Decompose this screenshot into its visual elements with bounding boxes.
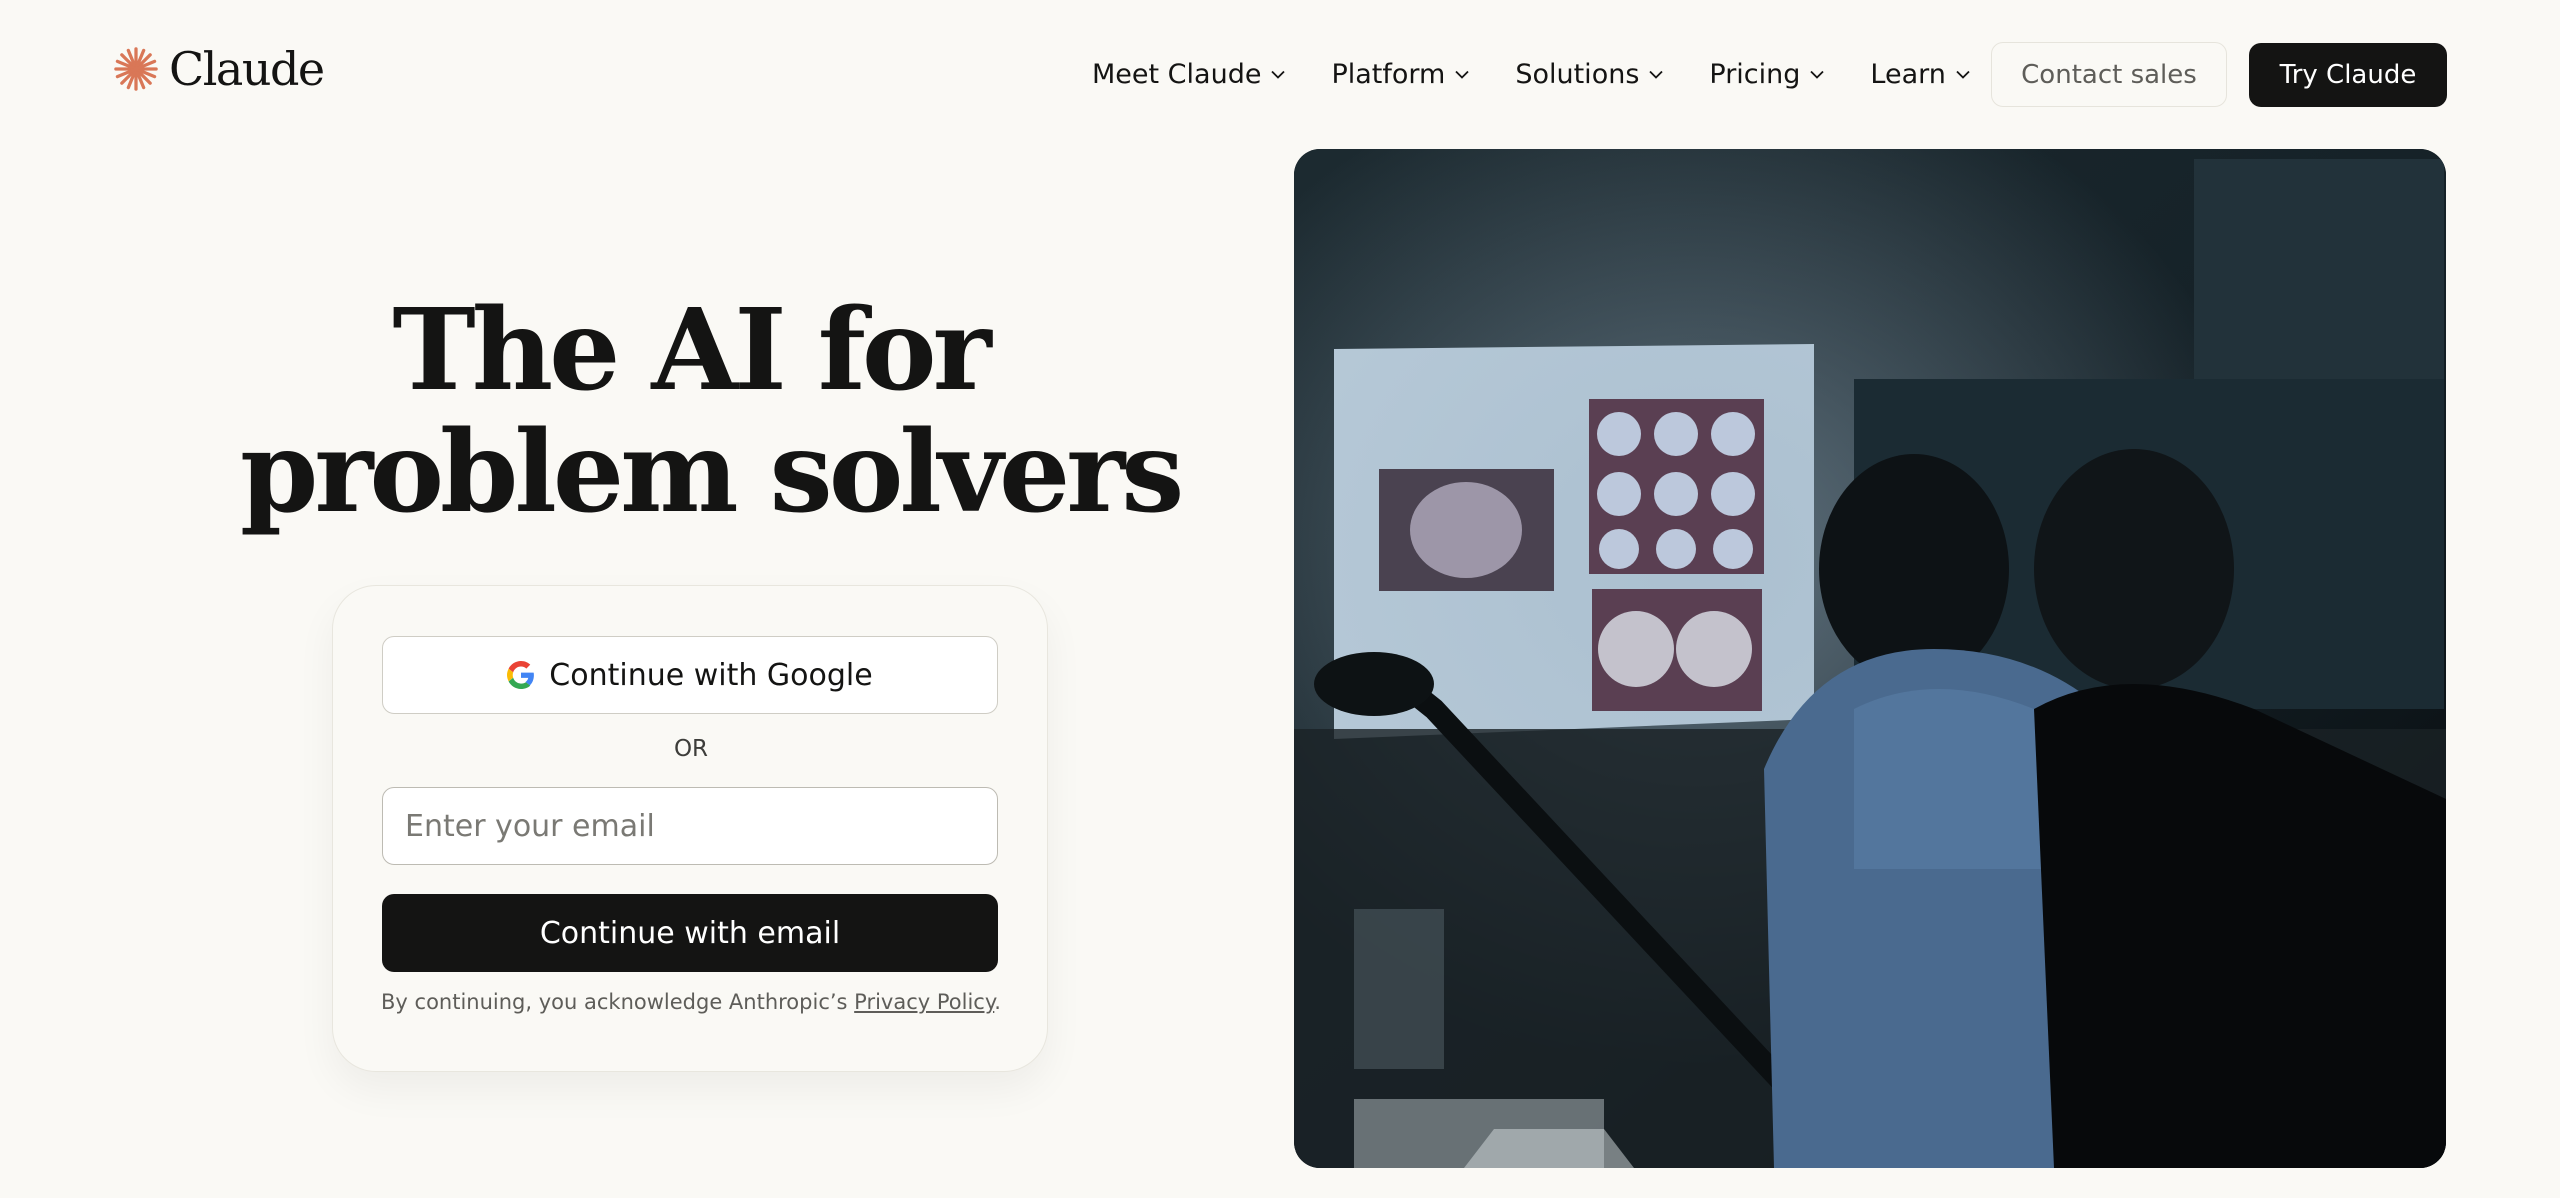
nav-item-solutions[interactable]: Solutions [1515, 42, 1665, 106]
legal-notice: By continuing, you acknowledge Anthropic… [333, 990, 1049, 1014]
hero-title-line-1: The AI for [392, 285, 991, 416]
continue-with-google-button[interactable]: Continue with Google [382, 636, 998, 714]
nav-item-learn[interactable]: Learn [1870, 42, 1971, 106]
chevron-down-icon [1956, 70, 1970, 79]
nav-item-meet-claude[interactable]: Meet Claude [1092, 42, 1287, 106]
hero-title: The AI for problem solvers [240, 285, 1184, 538]
contact-sales-button[interactable]: Contact sales [1991, 42, 2227, 107]
email-input[interactable] [382, 787, 998, 865]
nav-item-pricing[interactable]: Pricing [1709, 42, 1826, 106]
people-examining-brain-scans-photo [1294, 149, 2446, 1168]
privacy-policy-link[interactable]: Privacy Policy [854, 990, 994, 1014]
nav-item-label: Learn [1870, 58, 1946, 90]
try-claude-button[interactable]: Try Claude [2249, 43, 2447, 107]
nav-item-label: Meet Claude [1092, 58, 1262, 90]
legal-prefix: By continuing, you acknowledge Anthropic… [381, 990, 855, 1014]
chevron-down-icon [1271, 70, 1286, 79]
chevron-down-icon [1649, 70, 1664, 79]
signin-card: Continue with Google OR Continue with em… [332, 585, 1048, 1072]
nav-item-label: Pricing [1709, 58, 1801, 90]
chevron-down-icon [1455, 70, 1469, 79]
chevron-down-icon [1810, 70, 1825, 79]
hero-title-line-2: problem solvers [240, 407, 1184, 538]
google-button-label: Continue with Google [549, 657, 873, 693]
main-nav: Meet Claude Platform Solutions Pricing L… [1092, 42, 2016, 106]
or-divider: OR [673, 736, 709, 762]
brand-name: Claude [169, 42, 325, 96]
claude-starburst-icon [114, 47, 158, 91]
legal-suffix: . [994, 990, 1001, 1014]
nav-item-label: Platform [1331, 58, 1446, 90]
google-g-icon [507, 661, 535, 689]
nav-item-platform[interactable]: Platform [1331, 42, 1471, 106]
hero-image [1294, 149, 2446, 1168]
continue-with-email-button[interactable]: Continue with email [382, 894, 998, 972]
nav-item-label: Solutions [1515, 58, 1640, 90]
claude-logo[interactable]: Claude [113, 42, 325, 96]
